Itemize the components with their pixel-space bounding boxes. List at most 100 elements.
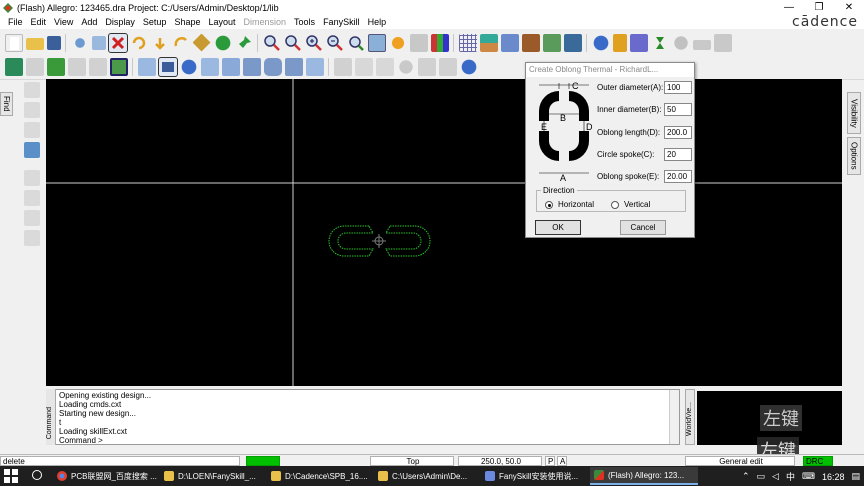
add-line-tool-icon[interactable] bbox=[24, 170, 40, 186]
oblong-length-input[interactable] bbox=[664, 126, 692, 139]
delete-icon[interactable] bbox=[107, 32, 128, 53]
copy-icon[interactable] bbox=[91, 35, 106, 50]
outer-diameter-input[interactable] bbox=[664, 81, 692, 94]
vertical-radio-dot[interactable] bbox=[611, 200, 619, 209]
skill-icon[interactable] bbox=[671, 33, 690, 52]
zoom-points-icon[interactable] bbox=[263, 34, 281, 52]
undo-icon[interactable] bbox=[130, 34, 148, 52]
network-icon[interactable]: ▭ bbox=[757, 471, 766, 482]
taskbar-item-folder-cadence[interactable]: D:\Cadence\SPB_16.... bbox=[267, 467, 371, 485]
stack-icon[interactable] bbox=[417, 57, 436, 76]
redo-icon[interactable] bbox=[151, 34, 169, 52]
via-icon[interactable] bbox=[213, 33, 232, 52]
redraw-icon[interactable] bbox=[388, 33, 407, 52]
menu-shape[interactable]: Shape bbox=[170, 17, 204, 27]
zoom-fit-icon[interactable] bbox=[284, 34, 302, 52]
shape-octagon-icon[interactable] bbox=[284, 57, 303, 76]
measure-icon[interactable] bbox=[612, 33, 627, 52]
taskbar-item-folder-desktop[interactable]: C:\Users\Admin\De... bbox=[374, 467, 478, 485]
zoom-previous-icon[interactable] bbox=[347, 34, 365, 52]
command-prompt[interactable]: Command > bbox=[59, 436, 659, 445]
slide-tool-icon[interactable] bbox=[24, 102, 40, 118]
worldview-panel-handle[interactable]: WorldVie... bbox=[685, 389, 695, 445]
keyboard-icon[interactable]: ⌨ bbox=[802, 471, 815, 482]
clock[interactable]: 16:28 bbox=[822, 472, 845, 482]
options-tab[interactable]: Options bbox=[847, 137, 861, 175]
lock-icon[interactable] bbox=[333, 57, 352, 76]
menu-tools[interactable]: Tools bbox=[290, 17, 319, 27]
ok-button[interactable]: OK bbox=[535, 220, 581, 235]
add-connect-icon[interactable] bbox=[24, 82, 40, 98]
report-icon[interactable] bbox=[692, 39, 711, 50]
cancel-button[interactable]: Cancel bbox=[620, 220, 666, 235]
volume-icon[interactable]: ◁ bbox=[772, 471, 779, 482]
pin-icon[interactable] bbox=[235, 34, 253, 52]
menu-layout[interactable]: Layout bbox=[204, 17, 239, 27]
menu-add[interactable]: Add bbox=[77, 17, 101, 27]
netlist-icon[interactable] bbox=[438, 57, 457, 76]
shadow-mode-icon[interactable] bbox=[521, 33, 540, 52]
highlight-icon[interactable] bbox=[563, 33, 582, 52]
menu-view[interactable]: View bbox=[50, 17, 77, 27]
menu-help[interactable]: Help bbox=[364, 17, 391, 27]
pan-icon[interactable] bbox=[713, 33, 732, 52]
connect-icon[interactable] bbox=[109, 57, 128, 76]
3d-view-icon[interactable] bbox=[409, 33, 428, 52]
ime-indicator[interactable]: 中 bbox=[786, 470, 795, 483]
horizontal-radio-dot[interactable] bbox=[545, 200, 553, 209]
chevron-up-icon[interactable]: ⌃ bbox=[742, 471, 750, 482]
time-icon[interactable] bbox=[651, 34, 669, 52]
ratsnest-icon[interactable] bbox=[500, 33, 519, 52]
spread-icon[interactable] bbox=[24, 210, 40, 226]
fanout-icon[interactable] bbox=[46, 57, 65, 76]
new-file-icon[interactable] bbox=[4, 33, 23, 52]
zoom-in-icon[interactable] bbox=[305, 34, 323, 52]
add-line-icon[interactable] bbox=[137, 57, 156, 76]
menu-fanyskill[interactable]: FanySkill bbox=[319, 17, 364, 27]
shape-edit-icon[interactable] bbox=[192, 33, 211, 52]
taskbar-item-fanyskill-doc[interactable]: FanySkill安装使用说... bbox=[481, 467, 587, 485]
taskbar-item-browser[interactable]: PCB联盟网_百度搜索 ... bbox=[53, 467, 157, 485]
save-icon[interactable] bbox=[46, 35, 61, 50]
find-tab[interactable]: Find bbox=[0, 92, 13, 116]
add-text-icon[interactable] bbox=[200, 57, 219, 76]
dimension-icon[interactable] bbox=[354, 57, 373, 76]
close-button[interactable]: ✕ bbox=[834, 0, 864, 15]
move-icon[interactable] bbox=[70, 33, 89, 52]
menu-file[interactable]: File bbox=[4, 17, 27, 27]
open-folder-icon[interactable] bbox=[25, 38, 44, 50]
visibility-tab[interactable]: Visibility bbox=[847, 92, 861, 134]
horizontal-radio[interactable]: Horizontal bbox=[545, 200, 594, 209]
restore-button[interactable]: ❐ bbox=[804, 0, 834, 15]
oblong-spoke-input[interactable] bbox=[664, 170, 692, 183]
route-icon[interactable] bbox=[67, 57, 86, 76]
taskbar-item-allegro[interactable]: (Flash) Allegro: 123... bbox=[590, 467, 698, 485]
zoom-out-icon[interactable] bbox=[326, 34, 344, 52]
search-icon[interactable] bbox=[32, 470, 42, 480]
zoom-world-icon[interactable] bbox=[367, 33, 386, 52]
place-icon[interactable] bbox=[25, 57, 44, 76]
minimize-button[interactable]: — bbox=[774, 0, 804, 15]
slide-icon[interactable] bbox=[88, 57, 107, 76]
menu-setup[interactable]: Setup bbox=[139, 17, 171, 27]
swap-icon[interactable] bbox=[172, 34, 190, 52]
help-icon[interactable] bbox=[459, 57, 478, 76]
color-dialog-icon[interactable] bbox=[430, 33, 449, 52]
edit-vertex-icon[interactable] bbox=[24, 230, 40, 246]
etch-mode-icon[interactable] bbox=[4, 57, 23, 76]
refresh-icon[interactable] bbox=[396, 57, 415, 76]
delay-tune-icon[interactable] bbox=[24, 122, 40, 138]
design-canvas[interactable] bbox=[46, 79, 842, 386]
add-frect-icon[interactable] bbox=[24, 190, 40, 206]
menu-edit[interactable]: Edit bbox=[27, 17, 51, 27]
add-rect-icon[interactable] bbox=[157, 56, 178, 77]
shape-select-icon[interactable] bbox=[305, 57, 324, 76]
shape-icon[interactable] bbox=[221, 57, 240, 76]
grid-icon[interactable] bbox=[458, 33, 477, 52]
vertical-radio[interactable]: Vertical bbox=[611, 200, 650, 209]
status-a[interactable]: A bbox=[557, 456, 567, 466]
unrats-icon[interactable] bbox=[542, 33, 561, 52]
status-p[interactable]: P bbox=[545, 456, 555, 466]
command-scrollbar[interactable] bbox=[669, 390, 679, 444]
info-icon[interactable] bbox=[591, 33, 610, 52]
